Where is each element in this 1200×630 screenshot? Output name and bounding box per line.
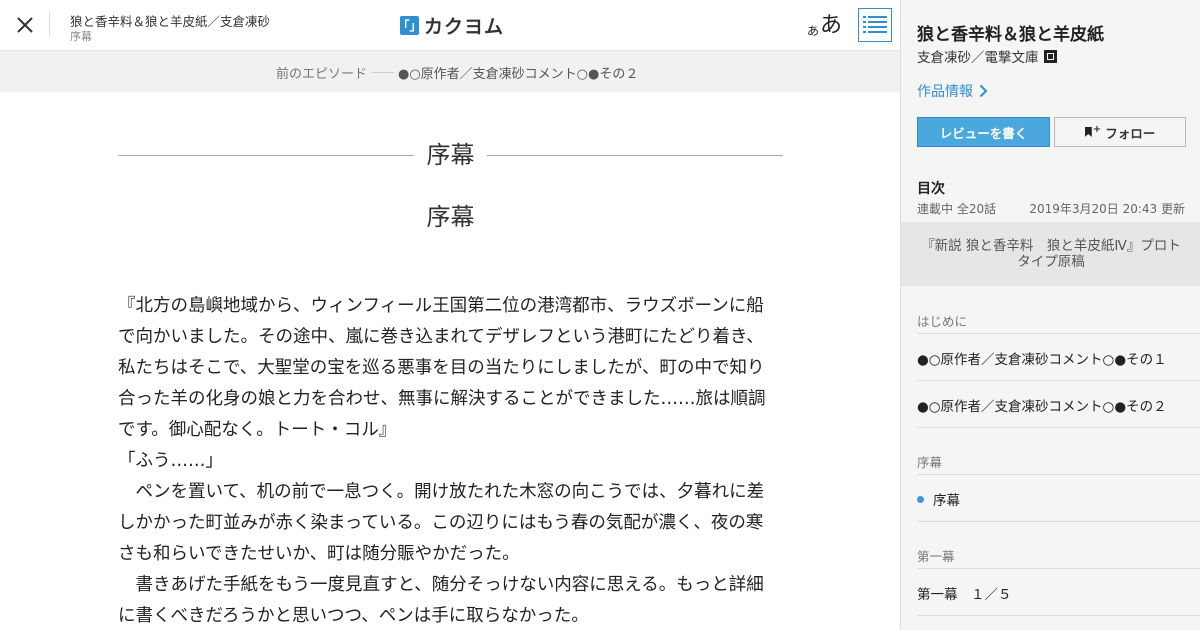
toc-episode-label: 序幕 <box>933 493 960 509</box>
toc-episode-item[interactable]: ●○原作者／支倉凍砂コメント○●その１ <box>917 348 1167 368</box>
logo-text: カクヨム <box>424 15 505 38</box>
toc-divider <box>917 615 1200 616</box>
plus-icon: + <box>1092 123 1102 135</box>
current-episode-dot-icon <box>917 495 924 503</box>
write-review-button[interactable]: レビューを書く <box>917 117 1050 147</box>
toc-divider <box>917 521 1200 522</box>
font-size-large-glyph: あ <box>820 13 843 38</box>
toc-episode-item[interactable]: ●○原作者／支倉凍砂コメント○●その２ <box>917 395 1167 415</box>
collection-heading[interactable]: 『新説 狼と香辛料 狼と羊皮紙Ⅳ』プロトタイプ原稿 <box>901 222 1200 286</box>
top-header: 狼と香辛料＆狼と羊皮紙／支倉凍砂 序幕 「」 カクヨム あ あ <box>0 0 901 51</box>
toc-heading: 目次 <box>917 181 945 197</box>
header-divider <box>49 11 50 37</box>
toc-divider <box>917 380 1200 381</box>
previous-episode-label[interactable]: 前のエピソード <box>276 63 367 82</box>
episode-label: 序幕 <box>70 30 92 43</box>
work-info-link[interactable]: 作品情報 <box>917 81 988 101</box>
previous-episode-bar: 前のエピソード ●○原作者／支倉凍砂コメント○●その２ <box>0 51 901 92</box>
last-updated: 2019年3月20日 20:43 更新 <box>1029 202 1185 216</box>
toc-episode-item[interactable]: 第一幕 １／５ <box>917 583 1012 603</box>
bookmark-icon <box>1084 127 1092 137</box>
toc-section-heading: はじめに <box>917 314 968 329</box>
follow-button[interactable]: + フォロー <box>1054 117 1186 147</box>
toc-divider <box>917 474 1200 475</box>
font-size-button[interactable]: あ あ <box>807 9 842 39</box>
sidebar-work-title[interactable]: 狼と香辛料＆狼と羊皮紙 <box>917 20 1104 45</box>
toc-sidebar: 狼と香辛料＆狼と羊皮紙 支倉凍砂／電撃文庫 作品情報 レビューを書く + フォロ… <box>900 0 1200 630</box>
body-paragraph: ペンを置いて、机の前で一息つく。開け放たれた木窓の向こうでは、夕暮れに差しかかっ… <box>118 482 765 564</box>
work-info-label: 作品情報 <box>917 84 973 100</box>
table-of-contents-button[interactable] <box>858 8 892 42</box>
list-icon <box>863 16 887 33</box>
sidebar-author[interactable]: 支倉凍砂／電撃文庫 <box>917 46 1057 66</box>
toc-episode-item-current[interactable]: 序幕 <box>917 489 960 509</box>
serial-status: 連載中 全20話 <box>917 202 997 216</box>
sidebar-author-text: 支倉凍砂／電撃文庫 <box>917 50 1039 66</box>
follow-button-label: フォロー <box>1105 125 1156 141</box>
toc-section-heading: 序幕 <box>917 455 943 470</box>
toc-section-heading: 第一幕 <box>917 549 955 564</box>
episode-body: 『北方の島嶼地域から、ウィンフィール王国第二位の港湾都市、ラウズボーンに船で向か… <box>118 291 778 630</box>
font-size-small-glyph: あ <box>807 24 820 38</box>
body-paragraph: 書きあげた手紙をもう一度見直すと、随分そっけない内容に思える。もっと詳細に書くべ… <box>118 575 764 626</box>
toc-divider <box>917 333 1200 334</box>
external-link-icon <box>1043 49 1057 63</box>
close-icon[interactable] <box>12 12 38 38</box>
previous-episode-link[interactable]: ●○原作者／支倉凍砂コメント○●その２ <box>398 63 638 82</box>
chevron-right-icon <box>979 84 988 98</box>
chapter-heading: 序幕 <box>118 137 783 173</box>
toc-divider <box>917 568 1200 569</box>
episode-title: 序幕 <box>426 203 475 231</box>
body-paragraph: 『北方の島嶼地域から、ウィンフィール王国第二位の港湾都市、ラウズボーンに船で向か… <box>118 296 766 440</box>
body-paragraph: 「ふう……」 <box>118 451 223 471</box>
previous-episode-divider <box>372 72 394 73</box>
kakuyomu-logo[interactable]: 「」 カクヨム <box>398 14 505 38</box>
chapter-heading-text: 序幕 <box>426 141 475 169</box>
toc-divider <box>917 427 1200 428</box>
logo-mark-icon: 「」 <box>398 15 422 35</box>
work-title-link[interactable]: 狼と香辛料＆狼と羊皮紙／支倉凍砂 <box>70 11 270 30</box>
